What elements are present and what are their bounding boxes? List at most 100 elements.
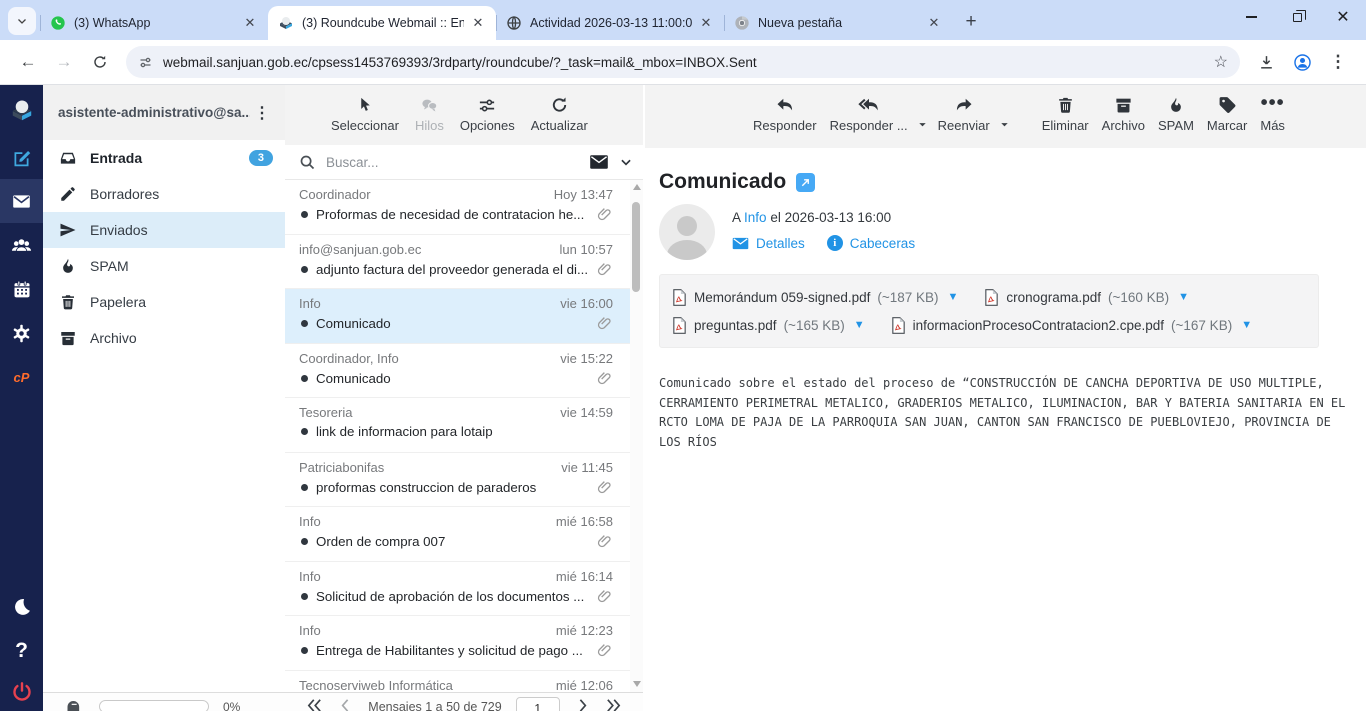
- calendar-icon: [12, 279, 32, 299]
- bookmark-star-icon[interactable]: ☆: [1214, 52, 1228, 72]
- message-row[interactable]: info@sanjuan.gob.eclun 10:57 adjunto fac…: [285, 235, 643, 290]
- flame-icon: [59, 257, 77, 275]
- message-row[interactable]: Infomié 16:58 Orden de compra 007: [285, 507, 643, 562]
- cpanel-link[interactable]: cP: [0, 355, 43, 399]
- dark-mode-button[interactable]: [0, 585, 43, 629]
- unread-dot-icon: [301, 593, 308, 600]
- quota-percent: 0%: [223, 700, 240, 711]
- page-input[interactable]: [516, 697, 560, 711]
- settings-nav-button[interactable]: [0, 311, 43, 355]
- chrome-icon: [734, 15, 750, 31]
- scope-mail-icon[interactable]: [589, 154, 609, 170]
- compose-button[interactable]: [0, 135, 43, 179]
- back-icon[interactable]: ←: [12, 46, 44, 78]
- spam-button[interactable]: SPAM: [1158, 93, 1194, 133]
- message-view-panel: Responder Responder ... Reenviar: [645, 85, 1366, 711]
- first-page-icon[interactable]: [306, 697, 323, 711]
- calendar-nav-button[interactable]: [0, 267, 43, 311]
- tab-search-button[interactable]: [8, 7, 36, 35]
- reply-button[interactable]: Responder: [753, 93, 817, 133]
- reload-icon[interactable]: [84, 46, 116, 78]
- refresh-button[interactable]: Actualizar: [531, 93, 588, 133]
- downloads-icon[interactable]: [1250, 46, 1282, 78]
- tab-close-icon[interactable]: ✕: [698, 15, 714, 31]
- address-bar[interactable]: webmail.sanjuan.gob.ec/cpsess1453769393/…: [126, 46, 1240, 78]
- message-row[interactable]: Infomié 12:23 Entrega de Habilitantes y …: [285, 616, 643, 671]
- tab-close-icon[interactable]: ✕: [470, 15, 486, 31]
- message-row[interactable]: Tesoreriavie 14:59 link de informacion p…: [285, 398, 643, 453]
- profile-avatar-icon[interactable]: [1286, 46, 1318, 78]
- folder-spam[interactable]: SPAM: [43, 248, 285, 284]
- open-in-new-window-icon[interactable]: [796, 173, 815, 192]
- attachment-item[interactable]: informacionProcesoContratacion2.cpe.pdf …: [891, 317, 1252, 334]
- folder-borradores[interactable]: Borradores: [43, 176, 285, 212]
- list-toolbar: Seleccionar Hilos Opciones Actualizar: [285, 85, 643, 145]
- folder-papelera[interactable]: Papelera: [43, 284, 285, 320]
- contacts-nav-button[interactable]: [0, 223, 43, 267]
- folder-archivo[interactable]: Archivo: [43, 320, 285, 356]
- scroll-up-icon[interactable]: [633, 184, 641, 190]
- site-settings-icon[interactable]: [138, 55, 153, 70]
- browser-menu-icon[interactable]: ⋮: [1322, 46, 1354, 78]
- forward-button[interactable]: Reenviar: [938, 93, 990, 133]
- attachment-menu-icon[interactable]: ▼: [854, 319, 865, 331]
- list-scrollbar[interactable]: [630, 180, 643, 711]
- archive-icon: [59, 329, 77, 347]
- scroll-down-icon[interactable]: [633, 681, 641, 687]
- tab-actividad[interactable]: Actividad 2026-03-13 11:00:00 ✕: [496, 6, 724, 40]
- select-button[interactable]: Seleccionar: [331, 93, 399, 133]
- message-row[interactable]: Patriciabonifasvie 11:45 proformas const…: [285, 453, 643, 508]
- archive-button[interactable]: Archivo: [1102, 93, 1145, 133]
- folder-label: SPAM: [90, 258, 273, 274]
- window-controls: ✕: [1228, 0, 1366, 34]
- message-row[interactable]: CoordinadorHoy 13:47 Proformas de necesi…: [285, 180, 643, 235]
- attachment-menu-icon[interactable]: ▼: [1178, 291, 1189, 303]
- delete-button[interactable]: Eliminar: [1042, 93, 1089, 133]
- details-toggle[interactable]: Detalles: [732, 235, 805, 251]
- attachment-item[interactable]: Memorándum 059-signed.pdf (~187 KB) ▼: [672, 289, 958, 306]
- last-page-icon[interactable]: [605, 697, 622, 711]
- unread-dot-icon: [301, 428, 308, 435]
- reply-all-icon: [856, 95, 882, 115]
- attachment-item[interactable]: cronograma.pdf (~160 KB) ▼: [984, 289, 1189, 306]
- more-button[interactable]: ••• Más: [1260, 93, 1285, 133]
- folder-enviados[interactable]: Enviados: [43, 212, 285, 248]
- attachment-item[interactable]: preguntas.pdf (~165 KB) ▼: [672, 317, 865, 334]
- minimize-button[interactable]: [1228, 0, 1274, 34]
- account-header[interactable]: asistente-administrativo@sa... ⋮: [43, 85, 285, 140]
- search-bar: [285, 145, 643, 180]
- close-button[interactable]: ✕: [1320, 0, 1366, 34]
- options-button[interactable]: Opciones: [460, 93, 515, 133]
- mark-button[interactable]: Marcar: [1207, 93, 1247, 133]
- tab-whatsapp[interactable]: (3) WhatsApp ✕: [40, 6, 268, 40]
- message-row-selected[interactable]: Infovie 16:00 Comunicado: [285, 289, 643, 344]
- restore-button[interactable]: [1274, 0, 1320, 34]
- folder-entrada[interactable]: Entrada 3: [43, 140, 285, 176]
- next-page-icon[interactable]: [574, 697, 591, 711]
- new-tab-button[interactable]: +: [958, 9, 984, 35]
- tab-nueva-pestana[interactable]: Nueva pestaña ✕: [724, 6, 952, 40]
- message-row[interactable]: Infomié 16:14 Solicitud de aprobación de…: [285, 562, 643, 617]
- tab-roundcube[interactable]: (3) Roundcube Webmail :: Envia ✕: [268, 6, 496, 40]
- account-menu-icon[interactable]: ⋮: [250, 103, 275, 123]
- mail-nav-button[interactable]: [0, 179, 43, 223]
- reply-all-button[interactable]: Responder ...: [830, 93, 908, 133]
- logout-button[interactable]: [0, 673, 43, 711]
- tab-close-icon[interactable]: ✕: [926, 15, 942, 31]
- search-options-chevron-icon[interactable]: [619, 155, 633, 169]
- attachment-menu-icon[interactable]: ▼: [948, 291, 959, 303]
- recipient-link[interactable]: Info: [744, 210, 767, 225]
- attachment-menu-icon[interactable]: ▼: [1241, 319, 1252, 331]
- forward-icon[interactable]: →: [48, 46, 80, 78]
- tab-close-icon[interactable]: ✕: [242, 15, 258, 31]
- headers-toggle[interactable]: i Cabeceras: [827, 235, 915, 251]
- power-icon: [11, 681, 33, 703]
- reply-all-menu-icon[interactable]: [917, 119, 928, 130]
- prev-page-icon[interactable]: [337, 697, 354, 711]
- search-input[interactable]: [326, 155, 589, 170]
- message-row[interactable]: Coordinador, Infovie 15:22 Comunicado: [285, 344, 643, 399]
- threads-button[interactable]: Hilos: [415, 93, 444, 133]
- help-button[interactable]: ?: [0, 629, 43, 673]
- forward-menu-icon[interactable]: [999, 119, 1010, 130]
- scrollbar-thumb[interactable]: [632, 202, 640, 292]
